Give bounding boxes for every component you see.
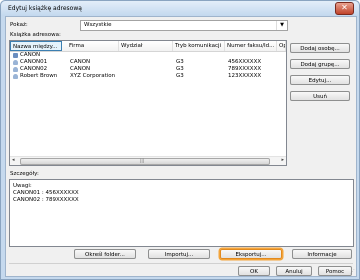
ok-button[interactable]: OK — [238, 266, 270, 276]
details-line: Uwagi: — [13, 183, 32, 189]
close-icon: ✕ — [341, 3, 348, 12]
divider — [9, 263, 353, 264]
entry-number: 789XXXXXX — [228, 66, 262, 72]
filter-value: Wszystkie — [84, 22, 112, 28]
entry-company: CANON — [70, 59, 91, 65]
delete-button[interactable]: Usuń — [290, 91, 350, 101]
scroll-right-icon[interactable]: ▸ — [281, 157, 284, 163]
details-line: CANON02 : 789XXXXXX — [13, 197, 79, 203]
info-button[interactable]: Informacje — [292, 249, 352, 259]
edit-button[interactable]: Edytuj... — [290, 75, 350, 85]
close-button[interactable]: ✕ — [335, 2, 354, 15]
address-list[interactable]: Nazwa między... Firma Wydział Tryb komun… — [9, 40, 287, 166]
entry-name: Robert Brown — [20, 73, 58, 79]
details-box: Uwagi: CANON01 : 456XXXXXX CANON02 : 789… — [9, 179, 354, 247]
column-comm-mode[interactable]: Tryb komunikacji — [173, 41, 225, 51]
resize-grip-icon[interactable]: ⋰ — [350, 269, 355, 275]
user-icon — [13, 74, 18, 79]
window-title: Edytuj książkę adresową — [8, 5, 82, 12]
column-name[interactable]: Nazwa między... — [10, 41, 62, 51]
help-button[interactable]: Pomoc — [318, 266, 352, 276]
add-group-button[interactable]: Dodaj grupę... — [290, 59, 350, 69]
entry-company: CANON — [70, 66, 91, 72]
scrollbar-thumb[interactable] — [20, 158, 270, 165]
details-line: CANON01 : 456XXXXXX — [13, 190, 79, 196]
filter-label: Pokaż: — [10, 22, 28, 28]
title-bar[interactable]: Edytuj książkę adresową ✕ — [1, 1, 359, 16]
entry-company: XYZ Corporation — [70, 73, 116, 79]
details-label: Szczegóły: — [10, 171, 39, 177]
export-button[interactable]: Eksportuj... — [220, 249, 282, 259]
filter-dropdown[interactable]: Wszystkie ▼ — [80, 20, 288, 31]
grip-icon: ||| — [140, 158, 145, 163]
entry-number: 123XXXXXX — [228, 73, 262, 79]
group-icon — [13, 53, 18, 58]
add-person-button[interactable]: Dodaj osobę... — [290, 43, 350, 53]
horizontal-scrollbar[interactable]: ◂ ||| ▸ — [10, 156, 286, 165]
address-book-window: Edytuj książkę adresową ✕ Pokaż: Wszystk… — [0, 0, 360, 280]
entry-mode: G3 — [176, 73, 184, 79]
column-company[interactable]: Firma — [67, 41, 119, 51]
entry-name: CANON01 — [20, 59, 48, 65]
cancel-button[interactable]: Anuluj — [276, 266, 312, 276]
column-department[interactable]: Wydział — [119, 41, 173, 51]
user-icon — [13, 67, 18, 72]
column-fax-number[interactable]: Numer faksu/Id... — [225, 41, 277, 51]
list-item[interactable]: Robert Brown XYZ Corporation G3 123XXXXX… — [10, 73, 286, 80]
list-item[interactable]: CANON01 CANON G3 456XXXXXX — [10, 59, 286, 66]
entry-number: 456XXXXXX — [228, 59, 262, 65]
dialog-body: Pokaż: Wszystkie ▼ Książka adresowa: Naz… — [5, 16, 357, 277]
column-description[interactable]: Opis — [277, 41, 286, 51]
list-header: Nazwa między... Firma Wydział Tryb komun… — [10, 41, 286, 52]
entry-mode: G3 — [176, 66, 184, 72]
entry-name: CANON — [20, 52, 41, 58]
scroll-left-icon[interactable]: ◂ — [12, 157, 15, 163]
user-icon — [13, 60, 18, 65]
list-item[interactable]: CANON — [10, 52, 286, 59]
chevron-down-icon: ▼ — [276, 21, 287, 30]
specify-folder-button[interactable]: Określ folder... — [74, 249, 136, 259]
entry-name: CANON02 — [20, 66, 48, 72]
entry-mode: G3 — [176, 59, 184, 65]
addressbook-label: Książka adresowa: — [10, 32, 61, 38]
import-button[interactable]: Importuj... — [148, 249, 210, 259]
list-item[interactable]: CANON02 CANON G3 789XXXXXX — [10, 66, 286, 73]
